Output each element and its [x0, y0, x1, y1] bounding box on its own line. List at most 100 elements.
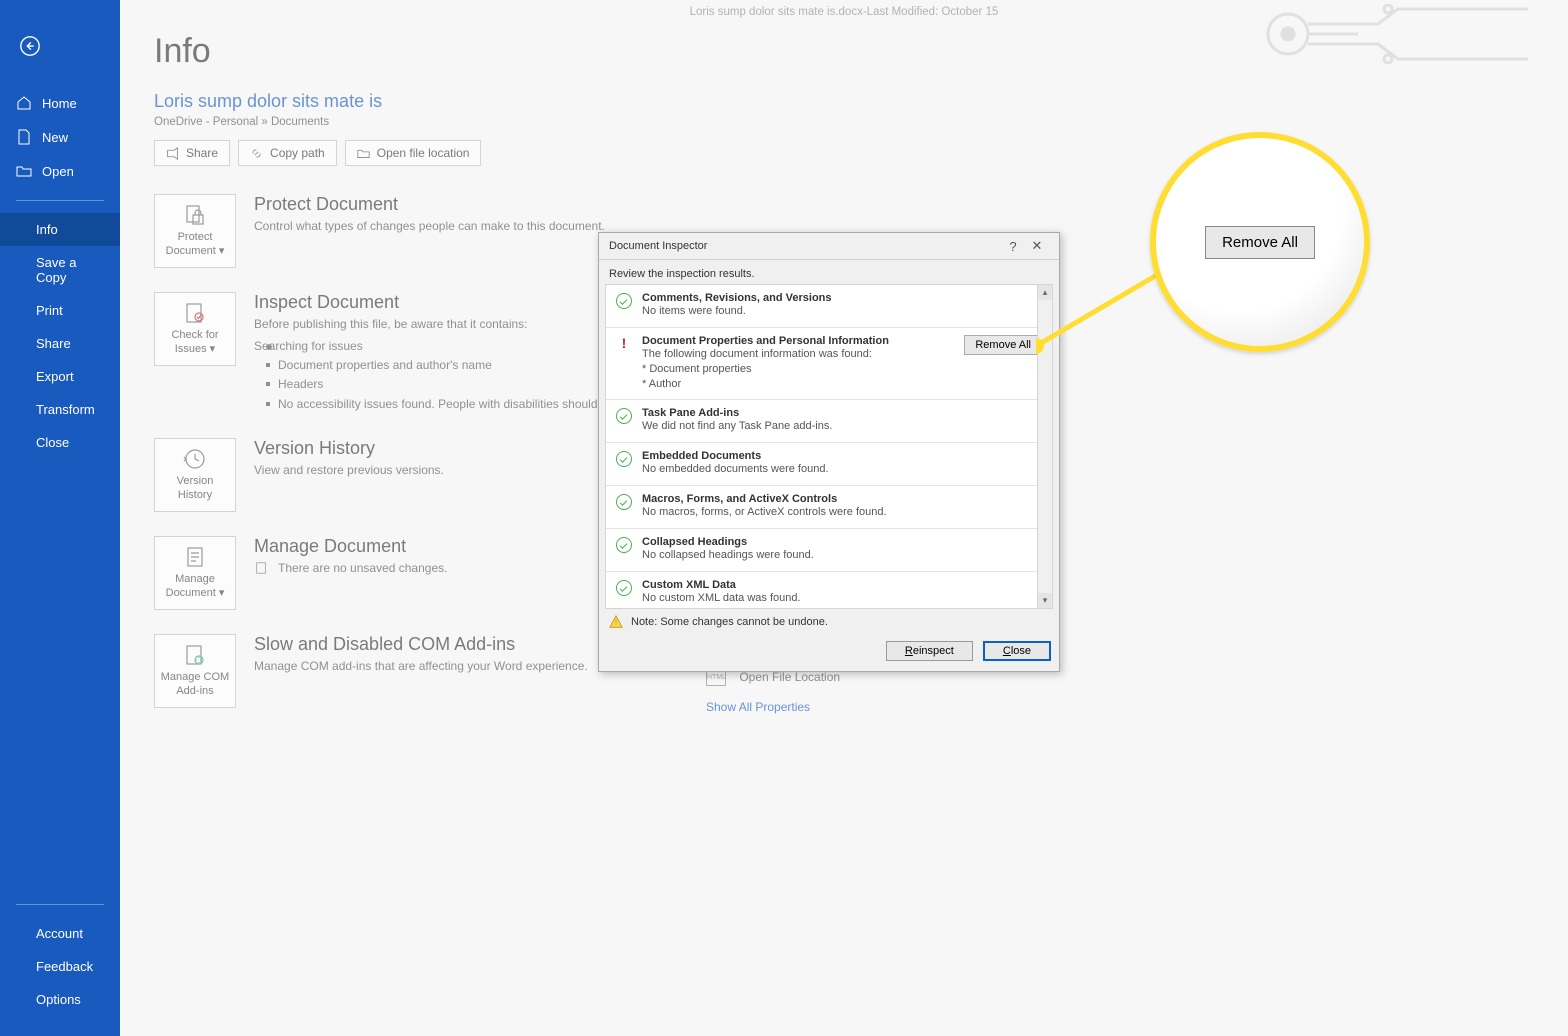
com-desc: Manage COM add-ins that are affecting yo…	[254, 659, 588, 673]
close-dialog-button[interactable]: Close	[983, 641, 1051, 661]
reinspect-button[interactable]: Reinspect	[886, 641, 973, 661]
sidebar-label: New	[42, 130, 68, 145]
dialog-help-button[interactable]: ?	[1001, 239, 1025, 254]
sidebar-item-close[interactable]: Close	[0, 426, 120, 459]
protect-document-button[interactable]: Protect Document ▾	[154, 194, 236, 268]
checkmark-icon	[616, 537, 632, 553]
result-row-collapsed-headings: Collapsed HeadingsNo collapsed headings …	[606, 529, 1052, 572]
addin-gear-icon	[183, 643, 207, 667]
history-icon	[183, 447, 207, 471]
sidebar-item-export[interactable]: Export	[0, 360, 120, 393]
checkmark-icon	[616, 494, 632, 510]
sidebar-label: Close	[36, 435, 69, 450]
scroll-down-button[interactable]: ▾	[1038, 593, 1052, 608]
result-row-macros: Macros, Forms, and ActiveX ControlsNo ma…	[606, 486, 1052, 529]
checkmark-icon	[616, 580, 632, 596]
callout-remove-all-button[interactable]: Remove All	[1205, 226, 1315, 259]
dialog-note: Note: Some changes cannot be undone.	[631, 616, 828, 628]
page-title: Info	[154, 32, 1568, 71]
dialog-scrollbar[interactable]: ▴ ▾	[1037, 285, 1052, 608]
sidebar-label: Feedback	[36, 959, 93, 974]
inspect-icon	[183, 301, 207, 325]
titlebar-filename: Loris sump dolor sits mate is.docx	[690, 6, 863, 18]
sidebar-label: Options	[36, 992, 81, 1007]
sidebar-label: Transform	[36, 402, 95, 417]
com-heading: Slow and Disabled COM Add-ins	[254, 634, 588, 655]
link-icon	[250, 147, 263, 160]
result-row-document-properties: ! Document Properties and Personal Infor…	[606, 328, 1052, 401]
manage-desc: There are no unsaved changes.	[278, 561, 447, 575]
manage-document-button[interactable]: Manage Document ▾	[154, 536, 236, 610]
chevron-down-icon: ▾	[210, 343, 216, 355]
manage-heading: Manage Document	[254, 536, 447, 557]
checkmark-icon	[616, 408, 632, 424]
sidebar-item-info[interactable]: Info	[0, 213, 120, 246]
titlebar-modified: Last Modified: October 15	[867, 6, 999, 18]
sidebar-label: Print	[36, 303, 63, 318]
document-inspector-dialog: Document Inspector ? ✕ Review the inspec…	[598, 232, 1060, 672]
sidebar-label: Share	[36, 336, 71, 351]
scroll-up-button[interactable]: ▴	[1038, 285, 1052, 300]
folder-open-icon	[357, 147, 370, 160]
manage-com-addins-button[interactable]: Manage COM Add-ins	[154, 634, 236, 708]
backstage-sidebar: Home New Open Info Save a Copy Print Sha…	[0, 0, 120, 1036]
document-icon	[183, 545, 207, 569]
doc-small-icon	[254, 561, 268, 575]
open-file-location-button[interactable]: Open file location	[345, 140, 482, 166]
version-heading: Version History	[254, 438, 444, 459]
related-panel: HTML Open File Location Show All Propert…	[706, 670, 840, 714]
checkmark-icon	[616, 451, 632, 467]
lock-icon	[183, 203, 207, 227]
alert-icon: !	[609, 615, 623, 629]
document-path: OneDrive - Personal » Documents	[154, 116, 1568, 128]
result-row-custom-xml: Custom XML DataNo custom XML data was fo…	[606, 572, 1052, 609]
protect-heading: Protect Document	[254, 194, 605, 215]
sidebar-item-feedback[interactable]: Feedback	[0, 950, 120, 983]
dialog-close-button[interactable]: ✕	[1025, 238, 1049, 254]
result-row-taskpane: Task Pane Add-insWe did not find any Tas…	[606, 400, 1052, 443]
sidebar-label: Info	[36, 222, 58, 237]
back-arrow-icon	[19, 35, 41, 57]
sidebar-label: Export	[36, 369, 74, 384]
sidebar-item-print[interactable]: Print	[0, 294, 120, 327]
sidebar-item-options[interactable]: Options	[0, 983, 120, 1016]
result-row-embedded: Embedded DocumentsNo embedded documents …	[606, 443, 1052, 486]
sidebar-label: Account	[36, 926, 83, 941]
sidebar-label: Home	[42, 96, 77, 111]
sidebar-item-open[interactable]: Open	[0, 154, 120, 188]
inspection-results-list: Comments, Revisions, and VersionsNo item…	[605, 284, 1053, 609]
home-icon	[16, 95, 32, 111]
sidebar-item-transform[interactable]: Transform	[0, 393, 120, 426]
dialog-subtitle: Review the inspection results.	[599, 260, 1059, 284]
sidebar-label: Save a Copy	[36, 255, 104, 285]
back-button[interactable]	[8, 24, 52, 68]
check-for-issues-button[interactable]: Check for Issues ▾	[154, 292, 236, 366]
open-file-location-link[interactable]: HTML Open File Location	[706, 670, 840, 686]
document-title: Loris sump dolor sits mate is	[154, 91, 1568, 112]
checkmark-icon	[616, 293, 632, 309]
new-doc-icon	[16, 129, 32, 145]
sidebar-divider	[16, 904, 104, 905]
warning-icon: !	[616, 336, 632, 352]
sidebar-item-home[interactable]: Home	[0, 86, 120, 120]
version-history-button[interactable]: Version History	[154, 438, 236, 512]
copy-path-button[interactable]: Copy path	[238, 140, 337, 166]
share-icon	[166, 147, 179, 160]
sidebar-label: Open	[42, 164, 74, 179]
chevron-down-icon: ▾	[219, 245, 225, 257]
result-row-comments: Comments, Revisions, and VersionsNo item…	[606, 285, 1052, 328]
sidebar-item-share[interactable]: Share	[0, 327, 120, 360]
open-folder-icon	[16, 163, 32, 179]
sidebar-divider	[16, 200, 104, 201]
sidebar-item-account[interactable]: Account	[0, 917, 120, 950]
version-desc: View and restore previous versions.	[254, 463, 444, 477]
dialog-title: Document Inspector	[609, 240, 1001, 252]
sidebar-item-new[interactable]: New	[0, 120, 120, 154]
svg-text:!: !	[615, 619, 617, 628]
chevron-down-icon: ▾	[219, 587, 225, 599]
share-button[interactable]: Share	[154, 140, 230, 166]
show-all-properties-link[interactable]: Show All Properties	[706, 700, 840, 714]
html-file-icon: HTML	[706, 670, 726, 686]
remove-all-button[interactable]: Remove All	[964, 335, 1042, 355]
sidebar-item-save-copy[interactable]: Save a Copy	[0, 246, 120, 294]
